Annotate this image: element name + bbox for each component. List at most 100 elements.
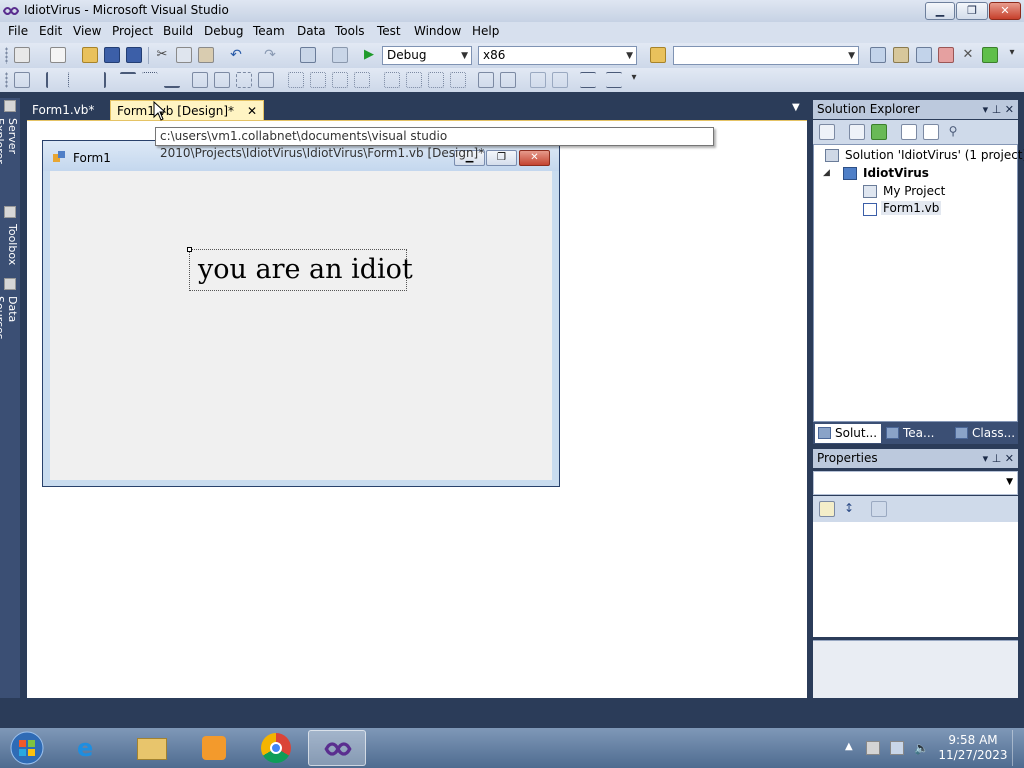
menu-team[interactable]: Team (253, 24, 285, 38)
undo-icon[interactable]: ↶ (228, 47, 244, 63)
action-center-icon[interactable] (866, 741, 880, 755)
menu-edit[interactable]: Edit (39, 24, 62, 38)
tab-form1-designer[interactable]: Form1.vb [Design]* ✕ (110, 100, 264, 120)
file-explorer-icon[interactable] (122, 730, 180, 766)
save-icon[interactable] (104, 47, 120, 63)
data-sources-tab[interactable]: Data Sources (0, 278, 19, 368)
menu-data[interactable]: Data (297, 24, 326, 38)
tab-order-icon[interactable] (606, 72, 622, 88)
form-client-area[interactable] (50, 171, 552, 480)
property-pages-icon[interactable] (871, 501, 887, 517)
properties-window-icon[interactable] (893, 47, 909, 63)
tab-class-view[interactable]: Class... (952, 424, 1018, 443)
menu-test[interactable]: Test (377, 24, 401, 38)
view-designer-icon[interactable] (923, 124, 939, 140)
make-same-size-icon[interactable] (258, 72, 274, 88)
bring-to-front-icon[interactable] (530, 72, 546, 88)
server-explorer-tab[interactable]: Server Explorer (0, 100, 19, 202)
show-all-files-icon[interactable] (849, 124, 865, 140)
find-in-files-icon[interactable] (650, 47, 666, 63)
minimize-button[interactable]: ▁ (925, 2, 955, 20)
menu-file[interactable]: File (8, 24, 28, 38)
center-horizontally-icon[interactable] (478, 72, 494, 88)
menu-project[interactable]: Project (112, 24, 153, 38)
menu-debug[interactable]: Debug (204, 24, 243, 38)
start-page-icon[interactable] (982, 47, 998, 63)
chevron-down-icon[interactable]: ▼ (792, 102, 800, 113)
copy-icon[interactable] (176, 47, 192, 63)
close-button[interactable]: ✕ (989, 2, 1021, 20)
volume-icon[interactable]: 🔈 (914, 741, 929, 755)
toolbox-tab[interactable]: Toolbox (1, 206, 19, 274)
menu-tools[interactable]: Tools (335, 24, 365, 38)
align-tops-icon[interactable] (120, 72, 136, 88)
decrease-horizontal-spacing-icon[interactable] (332, 72, 348, 88)
save-all-icon[interactable] (126, 47, 142, 63)
selection-handle[interactable] (187, 247, 192, 252)
refresh-icon[interactable] (871, 124, 887, 140)
find-combo[interactable]: ▼ (673, 46, 859, 65)
redo-icon[interactable]: ↷ (262, 47, 278, 63)
tree-form1-vb[interactable]: Form1.vb (881, 201, 942, 215)
remove-horizontal-spacing-icon[interactable] (354, 72, 370, 88)
remove-vertical-spacing-icon[interactable] (450, 72, 466, 88)
lock-controls-icon[interactable] (580, 72, 596, 88)
align-to-grid-icon[interactable] (14, 72, 30, 88)
properties-icon[interactable] (819, 124, 835, 140)
expand-arrow-icon[interactable]: ◢ (823, 168, 830, 178)
make-same-width-icon[interactable] (192, 72, 208, 88)
tree-solution[interactable]: Solution 'IdiotVirus' (1 project) (845, 148, 1024, 162)
menu-view[interactable]: View (73, 24, 101, 38)
internet-explorer-icon[interactable]: e (60, 730, 118, 766)
tab-solution-explorer[interactable]: Solut... (815, 424, 881, 443)
send-to-back-icon[interactable] (552, 72, 568, 88)
media-player-icon[interactable] (184, 730, 242, 766)
center-vertically-icon[interactable] (500, 72, 516, 88)
toolbox-icon[interactable] (938, 47, 954, 63)
add-item-icon[interactable] (50, 47, 66, 63)
network-icon[interactable] (890, 741, 904, 755)
increase-horizontal-spacing-icon[interactable] (310, 72, 326, 88)
properties-object-combo[interactable]: ▼ (813, 471, 1018, 495)
tab-form1-vb[interactable]: Form1.vb* (26, 100, 100, 120)
view-code-icon[interactable] (901, 124, 917, 140)
label-you-are-an-idiot[interactable]: you are an idiot (187, 247, 413, 291)
chrome-icon[interactable] (246, 730, 304, 766)
open-file-icon[interactable] (82, 47, 98, 63)
navigate-backward-icon[interactable] (300, 47, 316, 63)
toolbar-overflow-icon[interactable]: ▾ (1004, 47, 1020, 63)
system-clock[interactable]: 9:58 AM 11/27/2023 (938, 733, 1008, 763)
new-project-icon[interactable] (14, 47, 30, 63)
vertical-spacing-equal-icon[interactable] (384, 72, 400, 88)
solution-explorer-icon[interactable] (870, 47, 886, 63)
class-diagram-icon[interactable]: ⚲ (945, 124, 961, 140)
object-browser-icon[interactable] (916, 47, 932, 63)
increase-vertical-spacing-icon[interactable] (406, 72, 422, 88)
toolbar-overflow-icon[interactable]: ▾ (626, 72, 642, 88)
menu-help[interactable]: Help (472, 24, 499, 38)
pane-buttons[interactable]: ▾ ⊥ ✕ (983, 449, 1014, 468)
cut-icon[interactable]: ✂ (154, 47, 170, 63)
tab-team-explorer[interactable]: Tea... (883, 424, 949, 443)
solution-platform-combo[interactable]: x86 ▼ (478, 46, 637, 65)
form1-designer-window[interactable]: Form1 ▁ ❐ ✕ (42, 140, 560, 487)
decrease-vertical-spacing-icon[interactable] (428, 72, 444, 88)
windows-start-icon[interactable] (8, 730, 46, 766)
make-same-height-icon[interactable] (214, 72, 230, 88)
maximize-button[interactable]: ❐ (956, 2, 988, 20)
tree-project[interactable]: IdiotVirus (863, 166, 929, 180)
navigate-forward-icon[interactable] (332, 47, 348, 63)
properties-grid[interactable] (813, 522, 1018, 637)
paste-icon[interactable] (198, 47, 214, 63)
menu-build[interactable]: Build (163, 24, 193, 38)
align-centers-icon[interactable] (68, 72, 84, 88)
size-to-grid-icon[interactable] (236, 72, 252, 88)
categorized-icon[interactable] (819, 501, 835, 517)
solution-configuration-combo[interactable]: Debug ▼ (382, 46, 472, 65)
show-desktop-button[interactable] (1012, 730, 1024, 766)
toolbar-grip[interactable] (5, 72, 8, 88)
start-debugging-icon[interactable]: ▶ (361, 47, 377, 63)
extension-manager-icon[interactable]: ✕ (960, 47, 976, 63)
horizontal-spacing-equal-icon[interactable] (288, 72, 304, 88)
tree-my-project[interactable]: My Project (883, 184, 945, 198)
